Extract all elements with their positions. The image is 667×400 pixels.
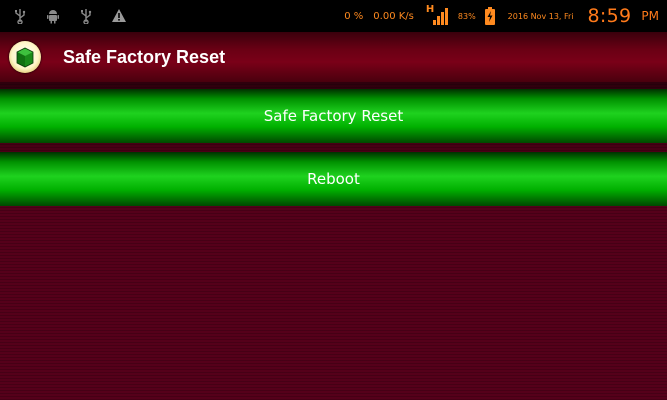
action-bar: Safe Factory Reset (0, 32, 667, 82)
usb-icon (12, 8, 28, 25)
battery-icon (484, 7, 496, 25)
page-title: Safe Factory Reset (63, 47, 226, 67)
network-speed: 0.00 K/s (373, 10, 414, 22)
clock: 8:59 (587, 5, 632, 27)
app-icon[interactable] (9, 41, 41, 73)
green-box-icon (16, 47, 34, 68)
cpu-usage: 0 % (344, 10, 364, 22)
battery-percent: 83% (457, 11, 476, 21)
usb-icon (78, 8, 94, 25)
date-label: 2016 Nov 13, Fri (507, 11, 574, 21)
warning-icon (111, 8, 127, 24)
status-info: 0 % 0.00 K/s H 83% 2016 Nov 13, Fri 8:59… (344, 0, 659, 32)
notification-icons (12, 0, 127, 32)
reboot-button[interactable]: Reboot (0, 152, 667, 206)
status-bar: 0 % 0.00 K/s H 83% 2016 Nov 13, Fri 8:59… (0, 0, 667, 32)
android-debug-icon (45, 8, 61, 24)
safe-factory-reset-button[interactable]: Safe Factory Reset (0, 89, 667, 143)
app-screen: 0 % 0.00 K/s H 83% 2016 Nov 13, Fri 8:59… (0, 0, 667, 400)
signal-icon: H (426, 4, 448, 27)
clock-ampm: PM (641, 9, 659, 23)
